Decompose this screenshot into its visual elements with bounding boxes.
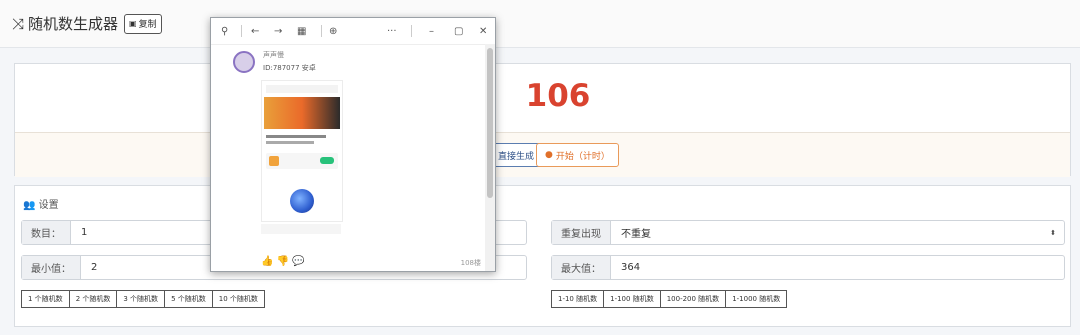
more-icon[interactable]: ···	[387, 26, 397, 37]
preset-count-2[interactable]: 2 个随机数	[68, 290, 118, 308]
max-value[interactable]: 364	[611, 256, 1064, 279]
floor-number: 108楼	[460, 259, 481, 267]
close-icon[interactable]: ✕	[479, 26, 487, 37]
forward-icon[interactable]: →	[274, 26, 282, 37]
count-label: 数目：	[22, 221, 71, 244]
result-panel: 106 直接生成 ● 开始（计时）	[14, 63, 1071, 177]
username: 声声慢	[263, 51, 284, 59]
copy-button-label: 复制	[138, 20, 157, 30]
post-footer-bar	[261, 224, 341, 234]
back-icon[interactable]: ←	[251, 26, 259, 37]
avatar[interactable]	[233, 51, 255, 73]
max-field[interactable]: 最大值： 364	[551, 255, 1065, 280]
settings-title: 👥 设置	[23, 196, 59, 211]
max-label: 最大值：	[552, 256, 611, 279]
preset-range-1-100[interactable]: 1-100 随机数	[603, 290, 661, 308]
app-icon	[269, 156, 279, 166]
like-icon[interactable]: 👍	[261, 256, 273, 267]
robot-image	[290, 189, 314, 213]
screenshot-banner	[264, 97, 340, 129]
screenshot-text	[266, 135, 326, 138]
dislike-icon[interactable]: 👎	[277, 256, 289, 267]
start-label: 开始（计时）	[555, 151, 610, 162]
result-number: 106	[525, 78, 591, 114]
scrollbar[interactable]	[485, 44, 495, 271]
screenshot-app-card	[266, 153, 338, 169]
preset-count-3[interactable]: 3 个随机数	[116, 290, 166, 308]
overlay-window[interactable]: ⚲ ← → ▦ ⊕ ··· – ▢ ✕ 声声慢 ID:787077 安卓 👍 👎…	[210, 17, 496, 272]
minimize-icon[interactable]: –	[429, 26, 434, 37]
preset-range-100-200[interactable]: 100-200 随机数	[659, 290, 727, 308]
min-label: 最小值：	[22, 256, 81, 279]
page-title: 随机数生成器	[28, 15, 119, 33]
toolbar-divider	[411, 25, 412, 37]
copy-icon: ▣	[129, 19, 137, 28]
zoom-icon[interactable]: ⊕	[329, 26, 337, 37]
toolbar-divider	[321, 25, 322, 37]
app-header: ⤨ 随机数生成器 ▣ 复制	[0, 0, 1080, 48]
user-id: ID:787077 安卓	[263, 64, 316, 72]
screenshot-header	[266, 85, 338, 93]
preset-count-10[interactable]: 10 个随机数	[211, 290, 265, 308]
window-toolbar: ⚲ ← → ▦ ⊕ ··· – ▢ ✕	[211, 18, 495, 45]
copy-button[interactable]: ▣ 复制	[124, 13, 162, 34]
scrollbar-thumb[interactable]	[487, 48, 493, 198]
screenshot-text	[266, 141, 314, 144]
grid-icon[interactable]: ▦	[297, 26, 306, 37]
range-presets: 1-10 随机数 1-100 随机数 100-200 随机数 1-1000 随机…	[551, 290, 788, 308]
shuffle-icon: ⤨	[12, 14, 25, 33]
repeat-value[interactable]: 不重复	[611, 221, 1050, 244]
result-actions: 直接生成 ● 开始（计时）	[15, 132, 1070, 177]
repeat-label: 重复出现	[552, 221, 611, 244]
preset-count-1[interactable]: 1 个随机数	[21, 290, 70, 308]
comment-icon[interactable]: 💬	[292, 256, 304, 267]
post-actions: 👍 👎 💬	[261, 256, 305, 267]
preset-range-1-10[interactable]: 1-10 随机数	[551, 290, 605, 308]
download-pill	[320, 157, 334, 164]
post-screenshot-image	[261, 80, 343, 222]
repeat-select[interactable]: 重复出现 不重复 ⬍	[551, 220, 1065, 245]
settings-title-label: 设置	[38, 200, 59, 211]
toolbar-divider	[241, 25, 242, 37]
users-icon: 👥	[23, 200, 36, 211]
preset-count-5[interactable]: 5 个随机数	[164, 290, 213, 308]
start-timer-button[interactable]: ● 开始（计时）	[536, 143, 619, 167]
direct-generate-button[interactable]: 直接生成	[489, 143, 544, 167]
settings-panel: 👥 设置 数目： 1 重复出现 不重复 ⬍ 最小值： 2 最大值： 364 1 …	[14, 185, 1071, 327]
pin-icon[interactable]: ⚲	[221, 26, 228, 37]
preset-range-1-1000[interactable]: 1-1000 随机数	[725, 290, 788, 308]
start-icon: ●	[545, 150, 553, 160]
maximize-icon[interactable]: ▢	[454, 26, 463, 37]
count-presets: 1 个随机数 2 个随机数 3 个随机数 5 个随机数 10 个随机数	[21, 290, 265, 308]
select-arrows-icon: ⬍	[1050, 228, 1056, 237]
